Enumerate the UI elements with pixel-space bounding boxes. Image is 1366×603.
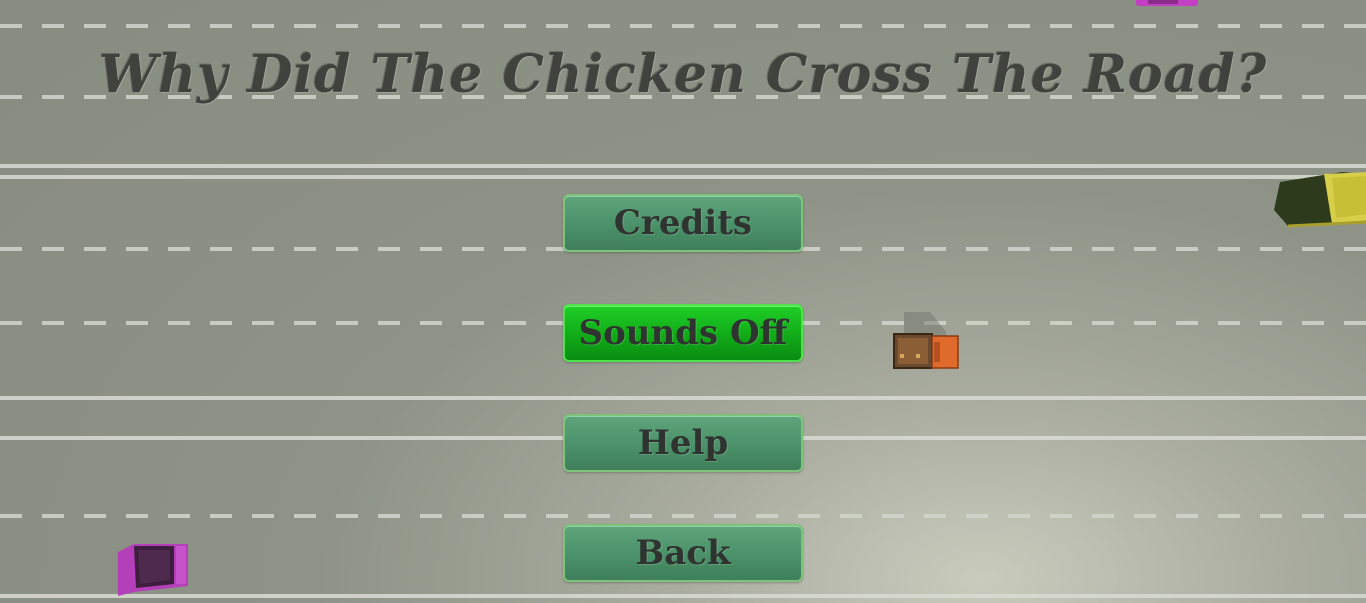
car-icon	[1136, 0, 1198, 6]
game-title: Why Did The Chicken Cross The Road?	[98, 44, 1268, 105]
road-edge-line	[0, 175, 1366, 179]
car-icon	[118, 544, 188, 596]
game-scene: Why Did The Chicken Cross The Road? Cred…	[0, 0, 1366, 603]
road-edge-line	[0, 164, 1366, 168]
credits-button[interactable]: Credits	[563, 194, 803, 252]
sounds-toggle-button[interactable]: Sounds Off	[563, 304, 803, 362]
truck-icon	[893, 312, 959, 369]
back-button-label: Back	[635, 533, 731, 573]
credits-button-label: Credits	[613, 203, 753, 243]
lane-dash-line	[0, 24, 1366, 28]
road-edge-line	[0, 396, 1366, 400]
help-button[interactable]: Help	[563, 414, 803, 472]
help-button-label: Help	[637, 423, 729, 463]
bus-icon	[1274, 172, 1366, 228]
back-button[interactable]: Back	[563, 524, 803, 582]
road-edge-line	[0, 594, 1366, 598]
lane-dash-line	[0, 514, 1366, 518]
sounds-toggle-label: Sounds Off	[578, 313, 788, 353]
